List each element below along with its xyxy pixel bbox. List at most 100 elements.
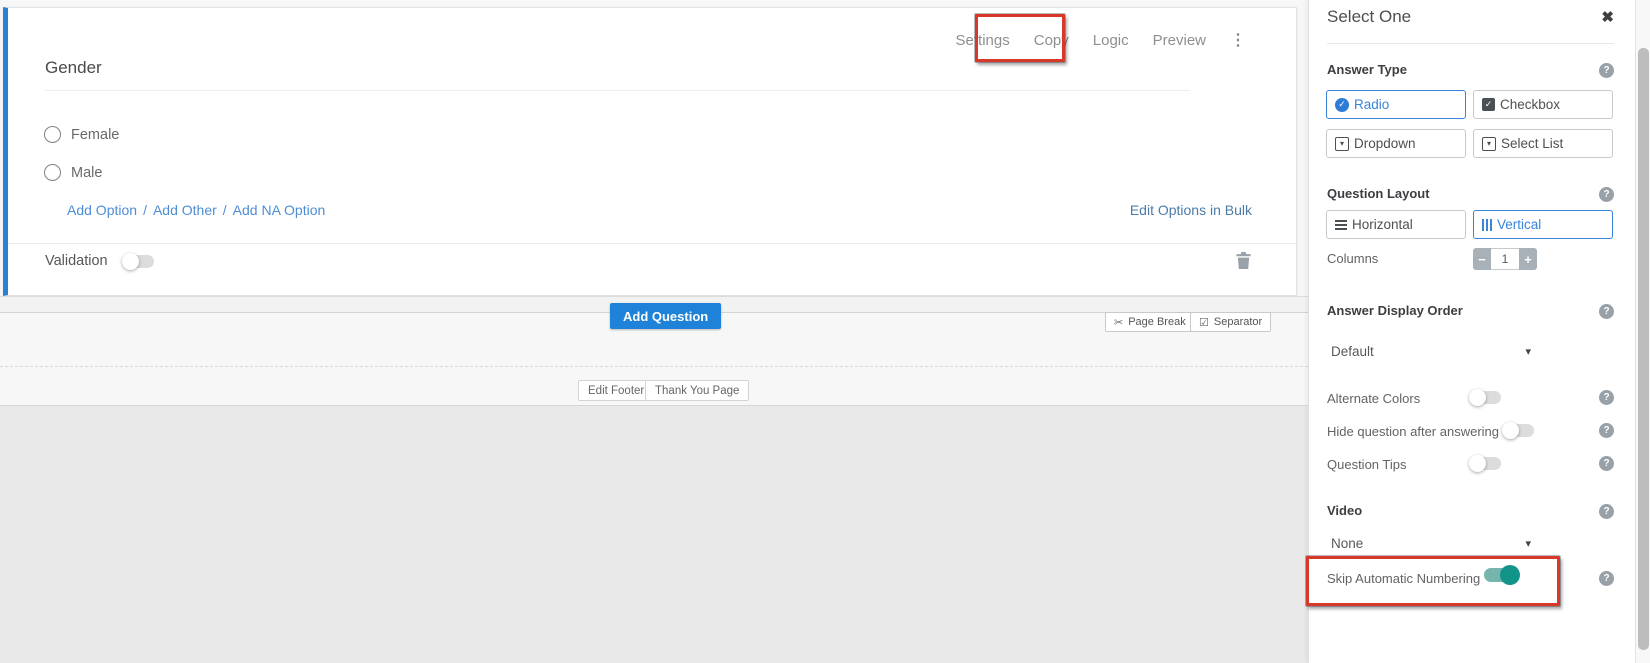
separator-button[interactable]: ☑ Separator	[1190, 312, 1271, 332]
question-title-divider	[45, 90, 1190, 91]
answer-type-radio[interactable]: ✓ Radio	[1326, 90, 1466, 119]
close-icon[interactable]: ✖	[1601, 8, 1614, 26]
question-card: Settings Copy Logic Preview ⋮ Gender Fem…	[3, 7, 1297, 296]
answer-type-option-label: Select List	[1501, 136, 1563, 151]
validation-toggle[interactable]	[124, 255, 154, 268]
vertical-scrollbar	[1635, 0, 1650, 663]
separator-icon: ☑	[1199, 316, 1209, 329]
toggle-knob	[1502, 422, 1519, 439]
question-card-toolbar: Settings Copy Logic Preview ⋮	[956, 30, 1246, 50]
selected-value: Default	[1331, 344, 1374, 359]
add-other-link[interactable]: Add Other	[153, 202, 217, 218]
tab-settings[interactable]: Settings	[956, 32, 1010, 49]
tab-preview[interactable]: Preview	[1153, 32, 1206, 49]
video-label: Video	[1327, 503, 1362, 518]
footer-dashed-divider	[0, 366, 1308, 367]
caret-down-icon: ▾	[1525, 345, 1531, 358]
select-list-box-icon: ▾	[1482, 137, 1496, 151]
more-options-icon[interactable]: ⋮	[1230, 30, 1246, 50]
add-question-button[interactable]: Add Question	[610, 303, 721, 329]
radio-option-icon[interactable]	[44, 126, 61, 143]
columns-decrement-button[interactable]: −	[1473, 248, 1491, 270]
checkbox-check-icon: ✓	[1482, 98, 1495, 111]
answer-display-order-label: Answer Display Order	[1327, 303, 1463, 318]
option-label[interactable]: Male	[71, 165, 102, 181]
option-label[interactable]: Female	[71, 127, 119, 143]
tab-copy[interactable]: Copy	[1034, 32, 1069, 49]
help-icon[interactable]: ?	[1599, 63, 1614, 78]
page-break-button[interactable]: ✂ Page Break	[1105, 312, 1195, 332]
columns-input[interactable]	[1491, 248, 1519, 270]
survey-builder-screen: Settings Copy Logic Preview ⋮ Gender Fem…	[0, 0, 1650, 663]
delete-question-icon[interactable]	[1234, 251, 1252, 271]
toggle-knob	[1469, 389, 1486, 406]
dropdown-box-icon: ▾	[1335, 137, 1349, 151]
layout-horizontal[interactable]: Horizontal	[1326, 210, 1466, 239]
page-break-icon: ✂	[1114, 316, 1123, 329]
validation-row: Validation	[45, 253, 154, 269]
alternate-colors-label: Alternate Colors	[1327, 391, 1420, 406]
help-icon[interactable]: ?	[1599, 390, 1614, 405]
add-na-option-link[interactable]: Add NA Option	[233, 202, 326, 218]
toggle-knob	[1500, 565, 1520, 585]
horizontal-lines-icon	[1335, 220, 1347, 230]
layout-option-label: Horizontal	[1352, 217, 1413, 232]
link-separator: /	[223, 202, 227, 218]
hide-question-toggle[interactable]	[1504, 424, 1534, 437]
link-separator: /	[143, 202, 147, 218]
selected-value: None	[1331, 536, 1363, 551]
columns-label: Columns	[1327, 251, 1378, 266]
answer-type-options: ✓ Radio ✓ Checkbox ▾ Dropdown ▾ Select L…	[1326, 90, 1613, 158]
answer-display-order-select[interactable]: Default ▾	[1331, 344, 1531, 359]
toggle-knob	[122, 253, 139, 270]
panel-divider	[1327, 43, 1614, 44]
answer-type-checkbox[interactable]: ✓ Checkbox	[1473, 90, 1613, 119]
answer-option-row: Female	[44, 126, 119, 143]
scrollbar-thumb[interactable]	[1638, 48, 1649, 650]
answer-type-option-label: Dropdown	[1354, 136, 1416, 151]
skip-automatic-numbering-toggle[interactable]	[1484, 568, 1518, 582]
radio-check-icon: ✓	[1335, 98, 1349, 112]
card-section-divider	[8, 243, 1296, 244]
help-icon[interactable]: ?	[1599, 187, 1614, 202]
validation-label: Validation	[45, 253, 108, 269]
trash-icon	[1235, 251, 1252, 270]
question-layout-options: Horizontal Vertical	[1326, 210, 1613, 239]
separator-label: Separator	[1214, 316, 1262, 328]
radio-option-icon[interactable]	[44, 164, 61, 181]
help-icon[interactable]: ?	[1599, 571, 1614, 586]
help-icon[interactable]: ?	[1599, 423, 1614, 438]
hide-question-label: Hide question after answering	[1327, 424, 1499, 439]
edit-options-in-bulk-link[interactable]: Edit Options in Bulk	[1130, 202, 1252, 218]
video-select[interactable]: None ▾	[1331, 536, 1531, 551]
question-layout-label: Question Layout	[1327, 186, 1430, 201]
answer-type-option-label: Radio	[1354, 97, 1389, 112]
thank-you-page-button[interactable]: Thank You Page	[645, 380, 749, 401]
question-settings-panel: Select One ✖ Answer Type ? ✓ Radio ✓ Che…	[1308, 0, 1636, 663]
panel-title: Select One	[1327, 7, 1411, 27]
option-links: Add Option / Add Other / Add NA Option	[67, 202, 325, 218]
add-option-link[interactable]: Add Option	[67, 202, 137, 218]
tab-logic[interactable]: Logic	[1093, 32, 1129, 49]
page-break-label: Page Break	[1128, 316, 1185, 328]
answer-type-label: Answer Type	[1327, 62, 1407, 77]
help-icon[interactable]: ?	[1599, 456, 1614, 471]
answer-type-select-list[interactable]: ▾ Select List	[1473, 129, 1613, 158]
vertical-bars-icon	[1482, 219, 1492, 231]
columns-stepper: − +	[1473, 248, 1537, 270]
alternate-colors-toggle[interactable]	[1471, 391, 1501, 404]
columns-increment-button[interactable]: +	[1519, 248, 1537, 270]
answer-type-dropdown[interactable]: ▾ Dropdown	[1326, 129, 1466, 158]
caret-down-icon: ▾	[1525, 537, 1531, 550]
question-tips-toggle[interactable]	[1471, 457, 1501, 470]
answer-type-option-label: Checkbox	[1500, 97, 1560, 112]
layout-option-label: Vertical	[1497, 217, 1541, 232]
help-icon[interactable]: ?	[1599, 304, 1614, 319]
edit-footer-button[interactable]: Edit Footer	[578, 380, 654, 401]
layout-vertical[interactable]: Vertical	[1473, 210, 1613, 239]
skip-automatic-numbering-label: Skip Automatic Numbering	[1327, 571, 1480, 586]
answer-option-row: Male	[44, 164, 102, 181]
toggle-knob	[1469, 455, 1486, 472]
question-title[interactable]: Gender	[45, 58, 102, 78]
help-icon[interactable]: ?	[1599, 504, 1614, 519]
